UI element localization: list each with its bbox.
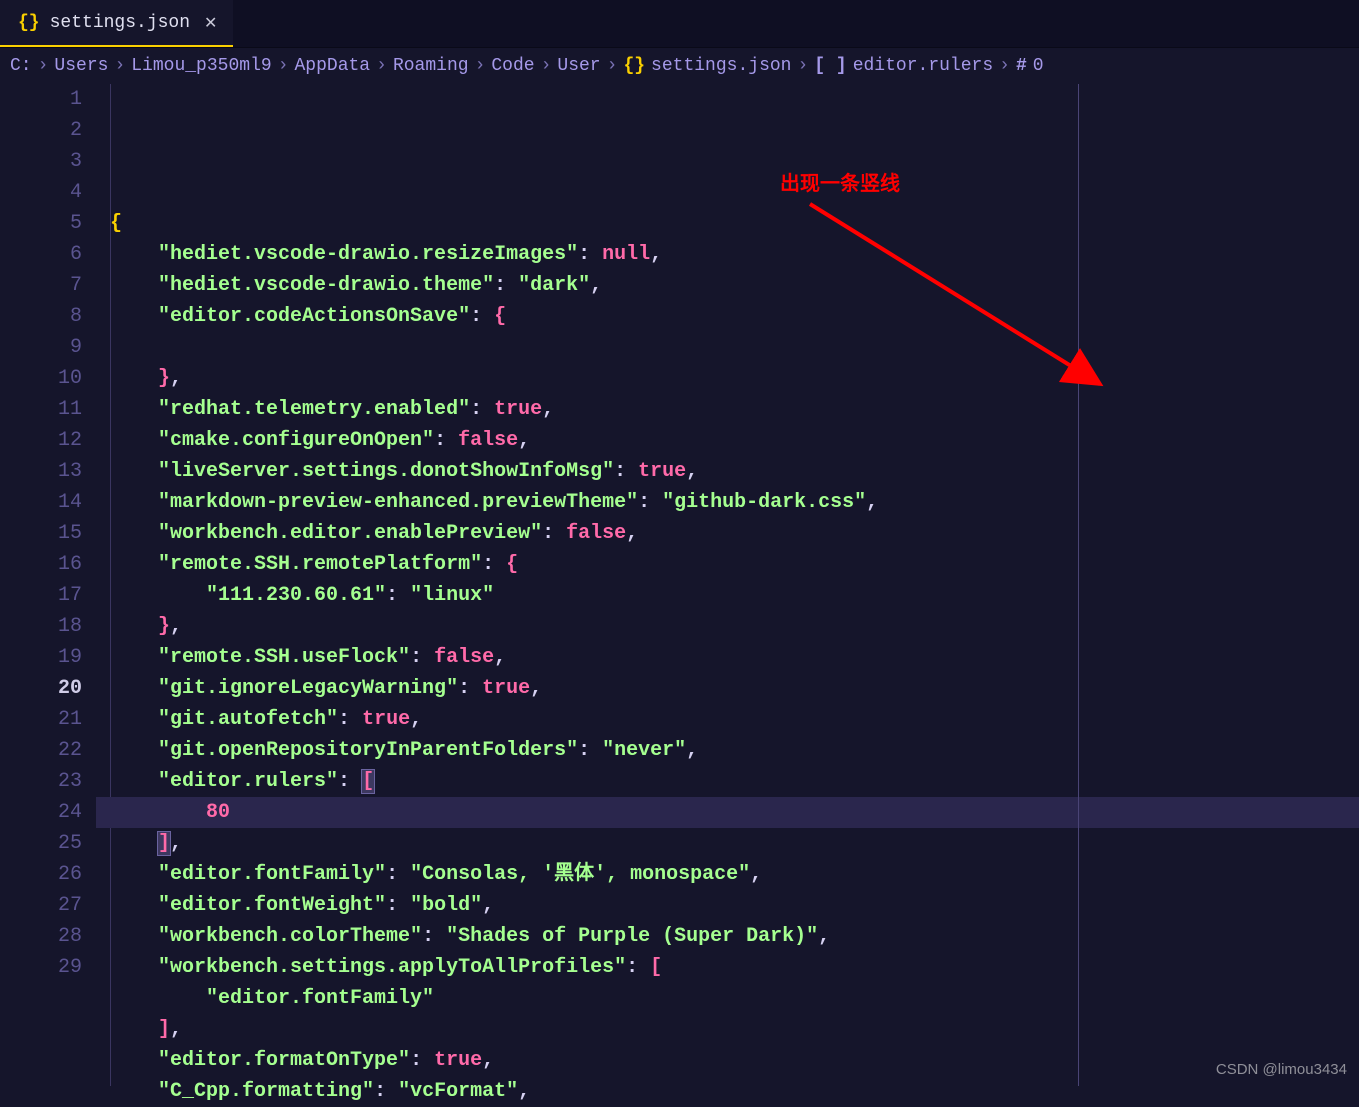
code-line[interactable]: "workbench.colorTheme": "Shades of Purpl… — [96, 921, 1359, 952]
code-line[interactable]: "remote.SSH.useFlock": false, — [96, 642, 1359, 673]
line-number: 1 — [0, 84, 82, 115]
json-file-icon: {} — [18, 13, 40, 33]
code-line[interactable]: { — [96, 208, 1359, 239]
line-number: 23 — [0, 766, 82, 797]
code-line[interactable]: "editor.formatOnType": true, — [96, 1045, 1359, 1076]
code-editor[interactable]: 1234567891011121314151617181920212223242… — [0, 84, 1359, 1086]
chevron-right-icon: › — [376, 56, 387, 76]
tab-label: settings.json — [50, 13, 190, 33]
code-line[interactable]: ], — [96, 828, 1359, 859]
code-line[interactable]: 80 — [96, 797, 1359, 828]
code-line[interactable]: }, — [96, 611, 1359, 642]
breadcrumb-segment[interactable]: C: — [10, 56, 32, 76]
code-line[interactable]: "111.230.60.61": "linux" — [96, 580, 1359, 611]
code-line[interactable]: "hediet.vscode-drawio.resizeImages": nul… — [96, 239, 1359, 270]
breadcrumb-segment[interactable]: Users — [54, 56, 108, 76]
code-line[interactable]: "git.autofetch": true, — [96, 704, 1359, 735]
tab-settings-json[interactable]: {} settings.json ✕ — [0, 0, 233, 47]
code-line[interactable]: "cmake.configureOnOpen": false, — [96, 425, 1359, 456]
code-line[interactable]: "redhat.telemetry.enabled": true, — [96, 394, 1359, 425]
breadcrumb-segment[interactable]: Limou_p350ml9 — [131, 56, 271, 76]
code-line[interactable]: }, — [96, 363, 1359, 394]
line-number: 22 — [0, 735, 82, 766]
line-number: 18 — [0, 611, 82, 642]
close-icon[interactable]: ✕ — [200, 13, 221, 33]
code-line[interactable]: "editor.rulers": [ — [96, 766, 1359, 797]
line-number: 12 — [0, 425, 82, 456]
annotation-label: 出现一条竖线 — [780, 169, 900, 200]
line-number: 27 — [0, 890, 82, 921]
breadcrumb-key[interactable]: editor.rulers — [853, 56, 993, 76]
line-number: 20 — [0, 673, 82, 704]
line-number: 10 — [0, 363, 82, 394]
line-number: 15 — [0, 518, 82, 549]
line-number: 14 — [0, 487, 82, 518]
line-number: 24 — [0, 797, 82, 828]
chevron-right-icon: › — [797, 56, 808, 76]
chevron-right-icon: › — [475, 56, 486, 76]
breadcrumb-index[interactable]: 0 — [1033, 56, 1044, 76]
watermark: CSDN @limou3434 — [1216, 1061, 1347, 1078]
breadcrumb-segment[interactable]: User — [557, 56, 600, 76]
line-number-gutter: 1234567891011121314151617181920212223242… — [0, 84, 96, 1086]
breadcrumb-segment[interactable]: AppData — [295, 56, 371, 76]
breadcrumb-file[interactable]: settings.json — [651, 56, 791, 76]
code-line[interactable]: "markdown-preview-enhanced.previewTheme"… — [96, 487, 1359, 518]
line-number: 17 — [0, 580, 82, 611]
line-number: 5 — [0, 208, 82, 239]
code-line[interactable]: "editor.fontFamily": "Consolas, '黑体', mo… — [96, 859, 1359, 890]
line-number: 9 — [0, 332, 82, 363]
line-number: 7 — [0, 270, 82, 301]
code-line[interactable]: ], — [96, 1014, 1359, 1045]
code-line[interactable]: "workbench.editor.enablePreview": false, — [96, 518, 1359, 549]
code-line[interactable]: "C_Cpp.formatting": "vcFormat", — [96, 1076, 1359, 1107]
line-number: 21 — [0, 704, 82, 735]
code-line[interactable]: "editor.fontFamily" — [96, 983, 1359, 1014]
chevron-right-icon: › — [38, 56, 49, 76]
breadcrumb-segment[interactable]: Code — [491, 56, 534, 76]
line-number: 19 — [0, 642, 82, 673]
breadcrumb-segment[interactable]: Roaming — [393, 56, 469, 76]
code-line[interactable]: "workbench.settings.applyToAllProfiles":… — [96, 952, 1359, 983]
line-number: 2 — [0, 115, 82, 146]
chevron-right-icon: › — [541, 56, 552, 76]
code-content[interactable]: { "hediet.vscode-drawio.resizeImages": n… — [96, 84, 1359, 1086]
chevron-right-icon: › — [999, 56, 1010, 76]
code-line[interactable]: "remote.SSH.remotePlatform": { — [96, 549, 1359, 580]
line-number: 8 — [0, 301, 82, 332]
breadcrumb[interactable]: C:›Users›Limou_p350ml9›AppData›Roaming›C… — [0, 48, 1359, 84]
line-number: 3 — [0, 146, 82, 177]
code-line[interactable]: "hediet.vscode-drawio.theme": "dark", — [96, 270, 1359, 301]
line-number: 6 — [0, 239, 82, 270]
code-line[interactable]: "git.openRepositoryInParentFolders": "ne… — [96, 735, 1359, 766]
line-number: 4 — [0, 177, 82, 208]
line-number: 13 — [0, 456, 82, 487]
code-line[interactable]: "liveServer.settings.donotShowInfoMsg": … — [96, 456, 1359, 487]
code-line[interactable] — [96, 332, 1359, 363]
tab-bar: {} settings.json ✕ — [0, 0, 1359, 48]
editor-ruler — [1078, 84, 1079, 1086]
chevron-right-icon: › — [114, 56, 125, 76]
chevron-right-icon: › — [607, 56, 618, 76]
line-number: 28 — [0, 921, 82, 952]
line-number: 16 — [0, 549, 82, 580]
line-number: 11 — [0, 394, 82, 425]
line-number: 29 — [0, 952, 82, 983]
json-file-icon: {} — [623, 56, 645, 76]
hash-icon: # — [1016, 56, 1027, 76]
code-line[interactable]: "editor.fontWeight": "bold", — [96, 890, 1359, 921]
line-number: 25 — [0, 828, 82, 859]
array-icon: [ ] — [814, 56, 846, 76]
line-number: 26 — [0, 859, 82, 890]
code-line[interactable]: "git.ignoreLegacyWarning": true, — [96, 673, 1359, 704]
code-line[interactable]: "editor.codeActionsOnSave": { — [96, 301, 1359, 332]
chevron-right-icon: › — [278, 56, 289, 76]
